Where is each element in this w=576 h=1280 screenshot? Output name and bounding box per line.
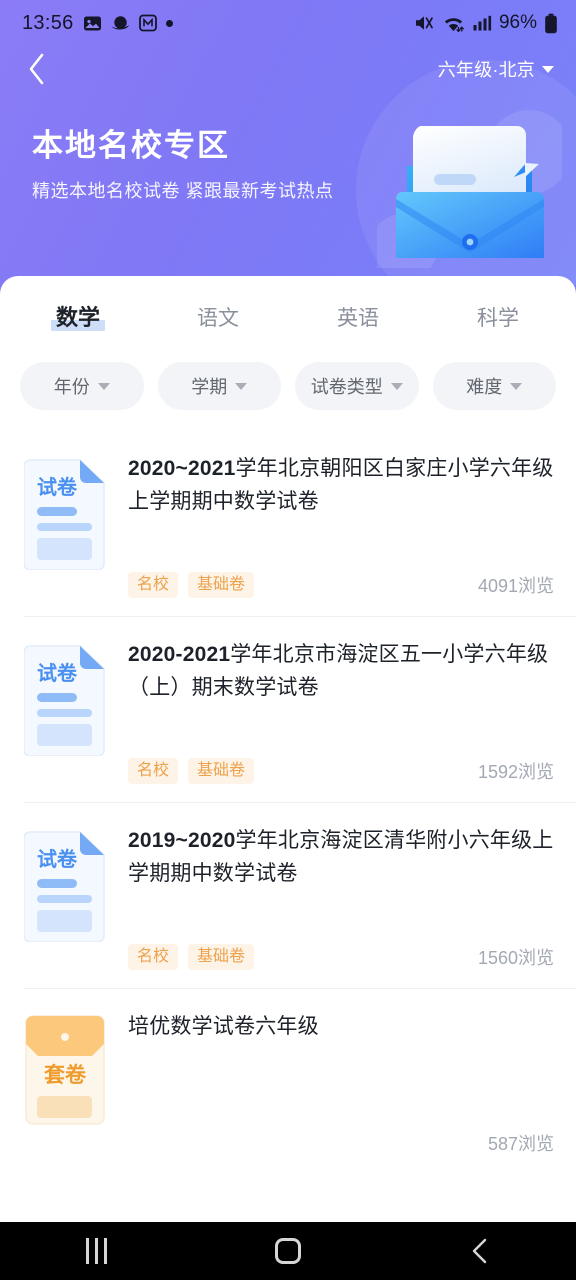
dot-icon [165,19,173,27]
page-subtitle: 精选本地名校试卷 紧跟最新考试热点 [32,181,334,201]
grade-region-label: 六年级·北京 [437,60,535,80]
list-item[interactable]: 套卷 培优数学试卷六年级 587浏览 [0,988,576,1174]
chevron-down-icon [235,382,248,390]
tab-chinese[interactable]: 语文 [148,302,288,348]
signal-icon [472,13,492,33]
app-root: 13:56 96% 六年级·北京 本地名校专区 精选本地名校试卷 紧跟最新考试热… [0,0,576,1280]
exam-bundle-icon: 套卷 [24,1012,110,1156]
tag-basic-paper: 基础卷 [188,572,255,598]
filter-term-label: 学期 [191,377,228,397]
page-title: 本地名校专区 [32,128,230,163]
exam-paper-icon: 试卷 [23,640,110,784]
exam-paper-icon: 试卷 [23,826,110,970]
list-item-body: 2020~2021学年北京朝阳区白家庄小学六年级上学期期中数学试卷 名校 基础卷… [110,452,554,598]
exam-paper-icon-label: 试卷 [37,475,78,499]
exam-bundle-icon-label: 套卷 [44,1063,87,1087]
list-item-footer: 名校 基础卷 4091浏览 [128,558,554,598]
status-time: 13:56 [22,11,74,34]
caret-down-icon [542,65,554,73]
list-item-body: 2020-2021学年北京市海淀区五一小学六年级（上）期末数学试卷 名校 基础卷… [110,638,554,784]
tag-basic-paper: 基础卷 [188,758,255,784]
top-nav-row: 六年级·北京 [0,46,576,92]
list-item-tags: 名校 基础卷 [128,572,255,598]
list-item-footer: 名校 基础卷 1560浏览 [128,930,554,970]
tab-chinese-label: 语文 [197,307,239,330]
envelope-document-illustration [369,108,571,282]
system-back-button[interactable] [384,1237,576,1265]
tag-basic-paper: 基础卷 [188,944,255,970]
back-button[interactable] [20,52,54,86]
tab-english-label: 英语 [337,307,379,330]
list-item-tags: 名校 基础卷 [128,944,255,970]
list-item-views: 587浏览 [487,1134,554,1154]
filter-year-label: 年份 [53,377,90,397]
list-item[interactable]: 试卷 2019~2020学年北京海淀区清华附小六年级上学期期中数学试卷 名校 基… [0,802,576,988]
list-item-title-rest: 培优数学试卷六年级 [128,1015,319,1038]
tab-english[interactable]: 英语 [288,302,428,348]
status-bar-right: 96% [413,12,558,34]
chevron-down-icon [510,382,523,390]
exam-paper-icon-label: 试卷 [37,847,78,871]
list-item-views: 1592浏览 [477,762,554,782]
paper-list: 试卷 2020~2021学年北京朝阳区白家庄小学六年级上学期期中数学试卷 名校 … [0,430,576,1174]
system-navigation-bar [0,1222,576,1280]
filter-year[interactable]: 年份 [20,362,144,410]
home-button[interactable] [192,1238,384,1264]
list-item-body: 2019~2020学年北京海淀区清华附小六年级上学期期中数学试卷 名校 基础卷 … [110,824,554,970]
mute-icon [413,13,435,33]
grade-region-selector[interactable]: 六年级·北京 [438,56,554,82]
filter-bar: 年份 学期 试卷类型 难度 [0,348,576,430]
filter-difficulty[interactable]: 难度 [432,362,556,410]
list-item-title: 2020-2021学年北京市海淀区五一小学六年级（上）期末数学试卷 [128,638,554,704]
subject-tabs: 数学 语文 英语 科学 [0,276,576,348]
image-icon [83,14,102,33]
battery-percent: 96% [498,12,537,33]
filter-term[interactable]: 学期 [157,362,281,410]
chevron-left-icon [29,53,44,85]
filter-paper-type[interactable]: 试卷类型 [295,362,419,410]
tab-math[interactable]: 数学 [8,300,148,348]
list-item-views: 1560浏览 [477,948,554,968]
status-bar: 13:56 96% [0,0,576,46]
tab-science-label: 科学 [477,307,519,330]
list-item[interactable]: 试卷 2020-2021学年北京市海淀区五一小学六年级（上）期末数学试卷 名校 … [0,616,576,802]
list-item-title: 培优数学试卷六年级 [128,1010,554,1043]
status-bar-left: 13:56 [22,12,173,35]
list-item-title: 2020~2021学年北京朝阳区白家庄小学六年级上学期期中数学试卷 [128,452,554,518]
boxed-m-icon [138,14,157,32]
list-item-footer: 587浏览 [128,1116,554,1156]
list-item-title-bold: 2020-2021 [128,643,231,666]
content-panel: 数学 语文 英语 科学 年份 学期 试卷类型 难度 试卷 2020~2021学年… [0,276,576,1222]
home-icon [275,1238,301,1264]
list-item-footer: 名校 基础卷 1592浏览 [128,744,554,784]
chevron-down-icon [97,382,110,390]
list-item-tags: 名校 基础卷 [128,758,255,784]
recents-icon [85,1238,107,1264]
hero-header: 13:56 96% 六年级·北京 本地名校专区 精选本地名校试卷 紧跟最新考试热… [0,0,576,300]
filter-paper-type-label: 试卷类型 [310,377,383,397]
tab-math-label: 数学 [50,300,106,332]
tag-famous-school: 名校 [128,944,179,970]
tag-famous-school: 名校 [128,758,179,784]
filter-difficulty-label: 难度 [466,377,503,397]
exam-paper-icon-label: 试卷 [37,661,78,685]
battery-icon [544,13,558,34]
list-item-title-bold: 2020~2021 [128,457,236,480]
tab-science[interactable]: 科学 [428,302,568,348]
list-item[interactable]: 试卷 2020~2021学年北京朝阳区白家庄小学六年级上学期期中数学试卷 名校 … [0,430,576,616]
list-item-title: 2019~2020学年北京海淀区清华附小六年级上学期期中数学试卷 [128,824,554,890]
chevron-down-icon [390,382,403,390]
list-item-title-bold: 2019~2020 [128,829,236,852]
list-item-views: 4091浏览 [477,576,554,596]
tag-famous-school: 名校 [128,572,179,598]
list-item-body: 培优数学试卷六年级 587浏览 [110,1010,554,1156]
planet-icon [111,14,130,33]
recents-button[interactable] [0,1238,192,1264]
exam-paper-icon: 试卷 [23,454,110,598]
back-icon [472,1238,487,1264]
wifi-icon [442,13,465,33]
